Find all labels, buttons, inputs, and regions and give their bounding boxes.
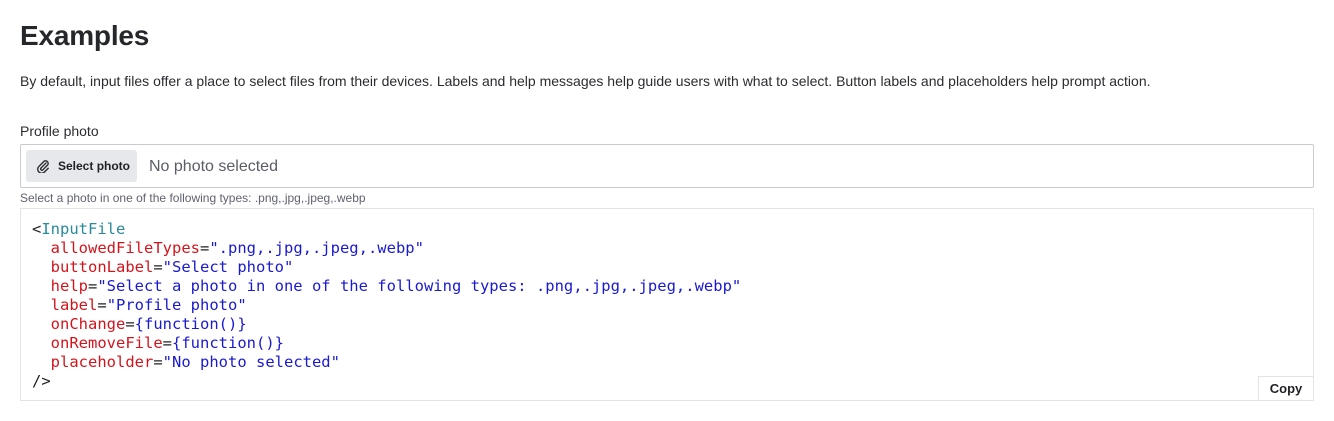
- code-prop-line: onRemoveFile={function()}: [32, 334, 284, 352]
- code-prop-value: "Select photo": [162, 258, 294, 276]
- code-prop-value: {function()}: [172, 334, 284, 352]
- file-input-help: Select a photo in one of the following t…: [20, 191, 366, 205]
- code-prop-value: "Select a photo in one of the following …: [97, 277, 742, 295]
- paperclip-icon: [36, 159, 50, 173]
- code-prop-name: placeholder: [50, 353, 154, 371]
- code-prop-name: help: [50, 277, 88, 295]
- section-title: Examples: [20, 20, 150, 51]
- code-prop-name: onChange: [50, 315, 126, 333]
- code-prop-equals: =: [153, 353, 163, 371]
- code-prop-name: label: [50, 296, 98, 314]
- code-props: allowedFileTypes=".png,.jpg,.jpeg,.webp"…: [32, 239, 742, 371]
- copy-button[interactable]: Copy: [1258, 376, 1313, 400]
- code-prop-value: {function()}: [134, 315, 247, 333]
- section-description: By default, input files offer a place to…: [20, 73, 1151, 89]
- code-prop-name: allowedFileTypes: [50, 239, 200, 257]
- code-close: />: [32, 372, 51, 390]
- code-prop-equals: =: [125, 315, 135, 333]
- file-input-placeholder: No photo selected: [149, 158, 278, 175]
- code-prop-equals: =: [97, 296, 107, 314]
- code-prop-line: label="Profile photo": [32, 296, 247, 314]
- code-prop-value: "Profile photo": [106, 296, 247, 314]
- code-prop-name: onRemoveFile: [50, 334, 163, 352]
- code-component-name: InputFile: [41, 220, 126, 238]
- code-prop-equals: =: [199, 239, 210, 257]
- file-input-label: Profile photo: [20, 123, 99, 139]
- code-prop-line: allowedFileTypes=".png,.jpg,.jpeg,.webp": [32, 239, 424, 257]
- code-prop-line: onChange={function()}: [32, 315, 247, 333]
- select-photo-button-label: Select photo: [58, 159, 131, 173]
- code-prop-equals: =: [162, 334, 172, 352]
- code-prop-value: ".png,.jpg,.jpeg,.webp": [209, 239, 424, 257]
- code-prop-line: buttonLabel="Select photo": [32, 258, 294, 276]
- code-prop-name: buttonLabel: [50, 258, 154, 276]
- code-prop-line: placeholder="No photo selected": [32, 353, 340, 371]
- code-block: <InputFile allowedFileTypes=".png,.jpg,.…: [32, 220, 741, 391]
- code-prop-equals: =: [153, 258, 163, 276]
- file-input[interactable]: Select photo No photo selected: [20, 144, 1314, 188]
- code-prop-value: "No photo selected": [162, 353, 340, 371]
- code-prop-equals: =: [88, 277, 98, 295]
- code-example: <InputFile allowedFileTypes=".png,.jpg,.…: [20, 208, 1314, 401]
- code-prop-line: help="Select a photo in one of the follo…: [32, 277, 742, 295]
- code-open-bracket: <: [32, 220, 42, 238]
- page: Examples By default, input files offer a…: [0, 0, 1334, 421]
- select-photo-button[interactable]: Select photo: [26, 150, 137, 182]
